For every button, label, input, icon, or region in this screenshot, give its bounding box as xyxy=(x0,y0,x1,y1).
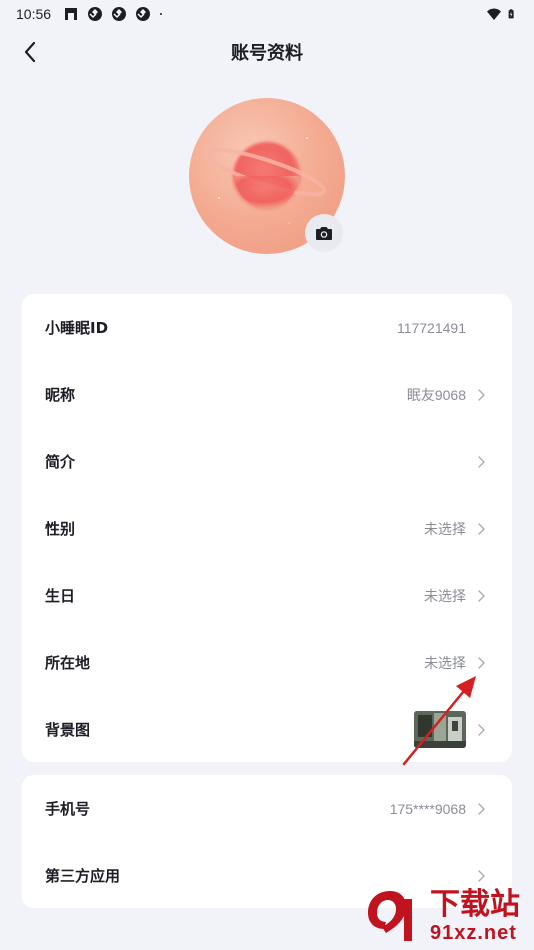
row-label: 性别 xyxy=(45,520,76,538)
row-value: 未选择 xyxy=(424,587,466,604)
row-label: 生日 xyxy=(45,587,76,605)
row-label: 手机号 xyxy=(45,800,91,818)
row-birthday[interactable]: 生日 未选择 xyxy=(22,562,512,629)
status-system-icons xyxy=(486,6,518,22)
aperture-icon xyxy=(112,7,127,21)
row-label: 第三方应用 xyxy=(45,867,121,885)
chevron-right-icon xyxy=(478,522,485,535)
watermark-logo-icon xyxy=(368,891,412,941)
watermark-title: 下载站 xyxy=(430,887,520,922)
chevron-right-icon xyxy=(478,723,485,736)
row-nickname[interactable]: 昵称 眠友9068 xyxy=(22,361,512,428)
row-label: 所在地 xyxy=(45,654,91,672)
background-thumbnail-image xyxy=(414,711,466,748)
chevron-right-icon xyxy=(478,869,485,882)
wechat-like-icon xyxy=(65,8,78,20)
row-phone[interactable]: 手机号 175****9068 xyxy=(22,775,512,842)
row-location[interactable]: 所在地 未选择 xyxy=(22,629,512,696)
row-gender[interactable]: 性别 未选择 xyxy=(22,495,512,562)
aperture-icon xyxy=(136,7,151,21)
row-label: 昵称 xyxy=(45,386,76,404)
row-value: 175****9068 xyxy=(389,800,466,817)
status-notification-icons xyxy=(63,6,167,22)
back-button[interactable] xyxy=(16,38,44,66)
row-value: 未选择 xyxy=(424,654,466,671)
row-label: 小睡眠ID xyxy=(45,319,109,337)
row-value: 眠友9068 xyxy=(406,386,466,403)
row-background-image[interactable]: 背景图 xyxy=(22,696,512,763)
chevron-right-icon xyxy=(478,802,485,815)
chevron-right-icon xyxy=(478,656,485,669)
camera-icon xyxy=(316,227,332,240)
dot-icon xyxy=(160,13,163,15)
watermark: 下载站 91xz.net xyxy=(360,882,534,950)
page-title: 账号资料 xyxy=(231,43,303,64)
change-avatar-button[interactable] xyxy=(305,214,343,252)
chevron-right-icon xyxy=(478,589,485,602)
row-label: 背景图 xyxy=(45,721,91,739)
battery-charging-icon xyxy=(508,9,514,19)
row-bio[interactable]: 简介 xyxy=(22,428,512,495)
background-thumbnail xyxy=(414,711,466,748)
chevron-right-icon xyxy=(478,388,485,401)
chevron-left-icon xyxy=(24,41,36,63)
avatar-section xyxy=(189,98,345,254)
status-time: 10:56 xyxy=(16,6,52,22)
header: 账号资料 xyxy=(0,28,534,76)
chevron-right-icon xyxy=(478,455,485,468)
row-value: 117721491 xyxy=(396,319,466,336)
watermark-text: 下载站 91xz.net xyxy=(430,887,520,945)
row-sleep-id[interactable]: 小睡眠ID 117721491 xyxy=(22,294,512,361)
aperture-icon xyxy=(88,7,103,21)
status-bar: 10:56 xyxy=(0,0,534,28)
watermark-url: 91xz.net xyxy=(430,922,517,944)
row-value: 未选择 xyxy=(424,520,466,537)
wifi-icon xyxy=(487,8,501,20)
profile-info-card: 小睡眠ID 117721491 昵称 眠友9068 简介 性别 未选择 生日 未… xyxy=(22,294,512,762)
row-label: 简介 xyxy=(45,453,76,471)
